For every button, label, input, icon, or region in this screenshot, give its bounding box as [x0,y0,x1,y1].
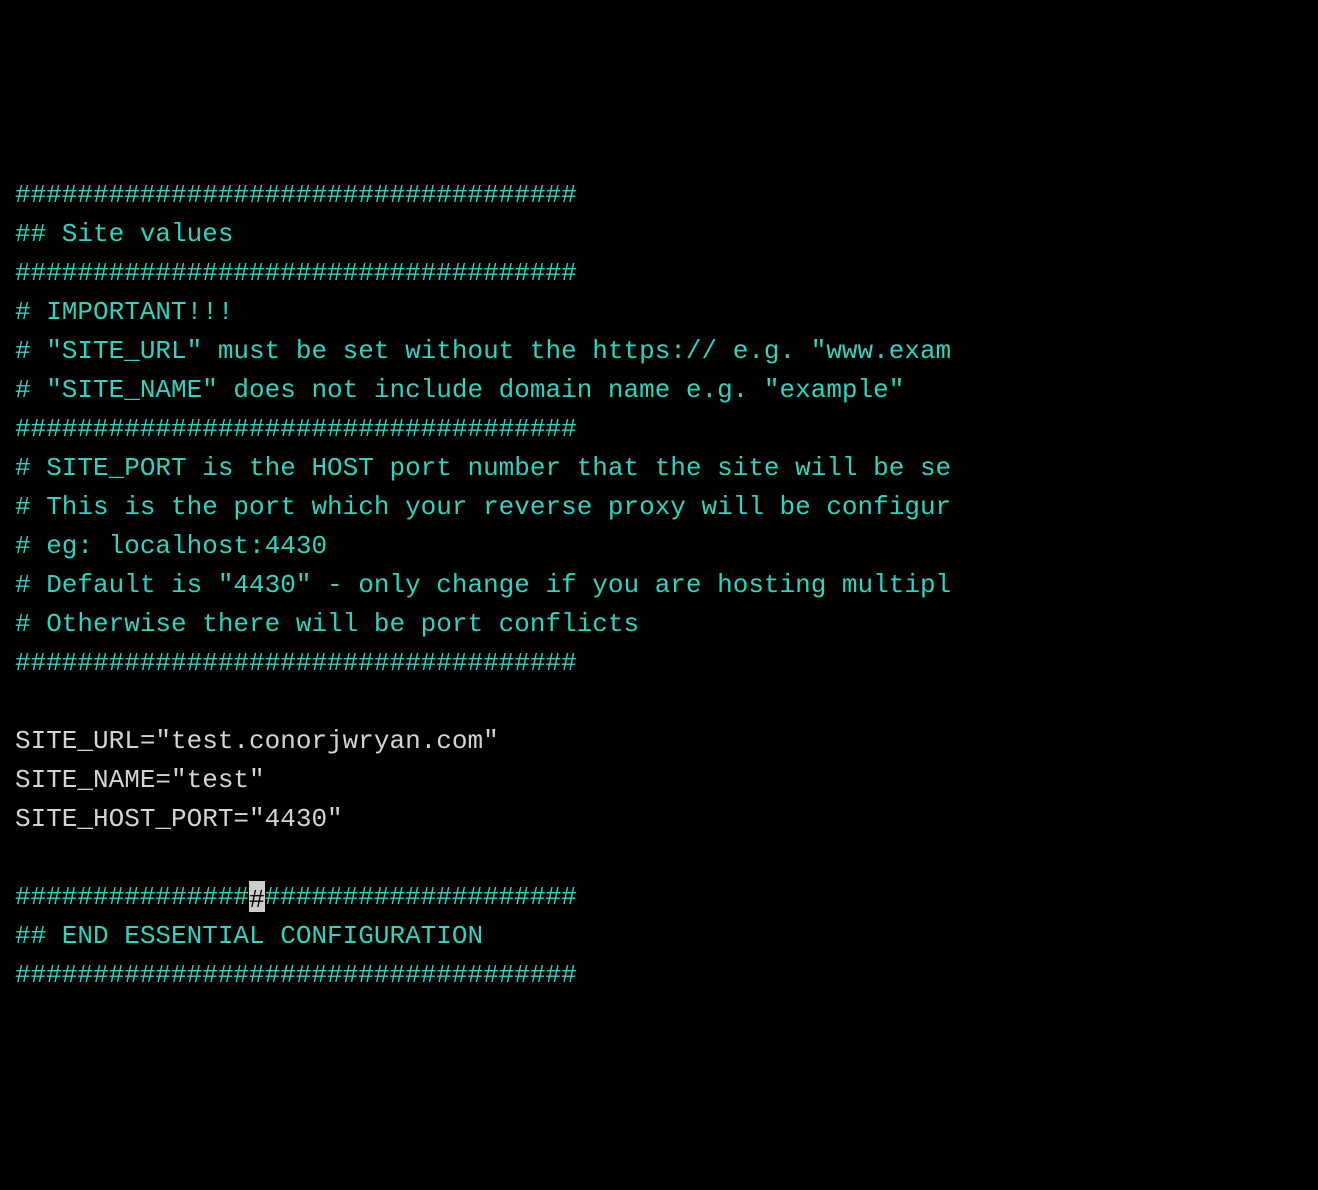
text-before-cursor: ############### [15,882,249,912]
editor-line: #################################### [15,956,1303,995]
editor-line: # IMPORTANT!!! [15,293,1303,332]
editor-line: #################################### [15,254,1303,293]
text-cursor: # [249,881,265,912]
editor-line: #################################### [15,176,1303,215]
editor-line: SITE_HOST_PORT="4430" [15,800,1303,839]
editor-line: ## Site values [15,215,1303,254]
editor-line: # "SITE_NAME" does not include domain na… [15,371,1303,410]
editor-line: SITE_NAME="test" [15,761,1303,800]
terminal-editor[interactable]: ###################################### S… [15,176,1303,995]
editor-line: # SITE_PORT is the HOST port number that… [15,449,1303,488]
editor-line: # Otherwise there will be port conflicts [15,605,1303,644]
editor-line: #################################### [15,878,1303,917]
editor-line: # "SITE_URL" must be set without the htt… [15,332,1303,371]
editor-line: ## END ESSENTIAL CONFIGURATION [15,917,1303,956]
editor-line [15,683,1303,722]
editor-line: SITE_URL="test.conorjwryan.com" [15,722,1303,761]
editor-line [15,839,1303,878]
editor-line: # eg: localhost:4430 [15,527,1303,566]
editor-line: # Default is "4430" - only change if you… [15,566,1303,605]
editor-line: #################################### [15,410,1303,449]
editor-line: #################################### [15,644,1303,683]
editor-line: # This is the port which your reverse pr… [15,488,1303,527]
text-after-cursor: #################### [265,882,577,912]
